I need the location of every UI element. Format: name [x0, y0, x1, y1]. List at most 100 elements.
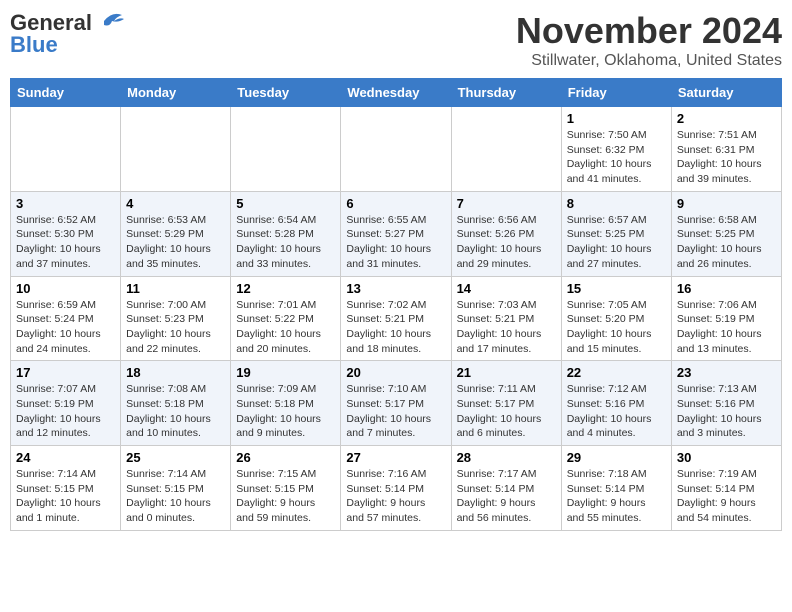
calendar-cell: 3 Sunrise: 6:52 AMSunset: 5:30 PMDaylight…	[11, 191, 121, 276]
day-info: Sunrise: 6:54 AMSunset: 5:28 PMDaylight:…	[236, 213, 335, 272]
page-header: General Blue November 2024 Stillwater, O…	[10, 10, 782, 70]
calendar-cell	[121, 107, 231, 192]
day-number: 5	[236, 196, 335, 211]
calendar-cell: 4Sunrise: 6:53 AMSunset: 5:29 PMDaylight…	[121, 191, 231, 276]
day-info: Sunrise: 7:06 AMSunset: 5:19 PMDaylight:…	[677, 298, 776, 357]
day-number: 20	[346, 365, 445, 380]
bird-icon	[94, 9, 126, 33]
day-number: 18	[126, 365, 225, 380]
calendar-cell: 2 Sunrise: 7:51 AMSunset: 6:31 PMDaylight…	[671, 107, 781, 192]
calendar-cell: 20 Sunrise: 7:10 AMSunset: 5:17 PMDayligh…	[341, 361, 451, 446]
day-number: 12	[236, 281, 335, 296]
calendar-cell	[11, 107, 121, 192]
calendar-cell: 12 Sunrise: 7:01 AMSunset: 5:22 PMDayligh…	[231, 276, 341, 361]
day-info: Sunrise: 7:51 AMSunset: 6:31 PMDaylight:…	[677, 128, 776, 187]
calendar-cell: 5 Sunrise: 6:54 AMSunset: 5:28 PMDaylight…	[231, 191, 341, 276]
day-info: Sunrise: 7:09 AMSunset: 5:18 PMDaylight:…	[236, 382, 335, 441]
day-number: 29	[567, 450, 666, 465]
calendar-table: SundayMondayTuesdayWednesdayThursdayFrid…	[10, 78, 782, 531]
day-number: 28	[457, 450, 556, 465]
day-info: Sunrise: 6:58 AMSunset: 5:25 PMDaylight:…	[677, 213, 776, 272]
day-number: 2	[677, 111, 776, 126]
day-number: 14	[457, 281, 556, 296]
day-info: Sunrise: 7:00 AMSunset: 5:23 PMDaylight:…	[126, 298, 225, 357]
day-number: 13	[346, 281, 445, 296]
day-info: Sunrise: 7:13 AMSunset: 5:16 PMDaylight:…	[677, 382, 776, 441]
day-number: 8	[567, 196, 666, 211]
day-info: Sunrise: 6:56 AMSunset: 5:26 PMDaylight:…	[457, 213, 556, 272]
weekday-header-wednesday: Wednesday	[341, 79, 451, 107]
calendar-week-1: 1 Sunrise: 7:50 AMSunset: 6:32 PMDaylight…	[11, 107, 782, 192]
weekday-header-row: SundayMondayTuesdayWednesdayThursdayFrid…	[11, 79, 782, 107]
day-number: 26	[236, 450, 335, 465]
calendar-cell: 16 Sunrise: 7:06 AMSunset: 5:19 PMDayligh…	[671, 276, 781, 361]
day-number: 19	[236, 365, 335, 380]
calendar-cell: 15 Sunrise: 7:05 AMSunset: 5:20 PMDayligh…	[561, 276, 671, 361]
calendar-cell: 19 Sunrise: 7:09 AMSunset: 5:18 PMDayligh…	[231, 361, 341, 446]
day-info: Sunrise: 7:10 AMSunset: 5:17 PMDaylight:…	[346, 382, 445, 441]
day-number: 1	[567, 111, 666, 126]
calendar-cell: 7 Sunrise: 6:56 AMSunset: 5:26 PMDaylight…	[451, 191, 561, 276]
day-info: Sunrise: 7:14 AMSunset: 5:15 PMDaylight:…	[126, 467, 225, 526]
month-title: November 2024	[516, 10, 782, 52]
calendar-cell	[231, 107, 341, 192]
day-info: Sunrise: 7:08 AMSunset: 5:18 PMDaylight:…	[126, 382, 225, 441]
day-info: Sunrise: 6:55 AMSunset: 5:27 PMDaylight:…	[346, 213, 445, 272]
calendar-cell: 29 Sunrise: 7:18 AMSunset: 5:14 PMDayligh…	[561, 446, 671, 531]
calendar-cell: 17 Sunrise: 7:07 AMSunset: 5:19 PMDayligh…	[11, 361, 121, 446]
calendar-cell: 26Sunrise: 7:15 AMSunset: 5:15 PMDayligh…	[231, 446, 341, 531]
day-number: 3	[16, 196, 115, 211]
day-number: 10	[16, 281, 115, 296]
calendar-cell: 11 Sunrise: 7:00 AMSunset: 5:23 PMDayligh…	[121, 276, 231, 361]
day-info: Sunrise: 7:05 AMSunset: 5:20 PMDaylight:…	[567, 298, 666, 357]
location-title: Stillwater, Oklahoma, United States	[516, 52, 782, 70]
calendar-week-4: 17 Sunrise: 7:07 AMSunset: 5:19 PMDayligh…	[11, 361, 782, 446]
calendar-cell: 30 Sunrise: 7:19 AMSunset: 5:14 PMDayligh…	[671, 446, 781, 531]
day-info: Sunrise: 7:07 AMSunset: 5:19 PMDaylight:…	[16, 382, 115, 441]
calendar-cell: 21Sunrise: 7:11 AMSunset: 5:17 PMDayligh…	[451, 361, 561, 446]
weekday-header-tuesday: Tuesday	[231, 79, 341, 107]
logo: General Blue	[10, 10, 126, 56]
day-info: Sunrise: 6:59 AMSunset: 5:24 PMDaylight:…	[16, 298, 115, 357]
calendar-cell: 8 Sunrise: 6:57 AMSunset: 5:25 PMDaylight…	[561, 191, 671, 276]
day-number: 7	[457, 196, 556, 211]
day-info: Sunrise: 7:50 AMSunset: 6:32 PMDaylight:…	[567, 128, 666, 187]
day-number: 6	[346, 196, 445, 211]
calendar-cell: 13 Sunrise: 7:02 AMSunset: 5:21 PMDayligh…	[341, 276, 451, 361]
calendar-cell: 14 Sunrise: 7:03 AMSunset: 5:21 PMDayligh…	[451, 276, 561, 361]
day-info: Sunrise: 7:17 AMSunset: 5:14 PMDaylight:…	[457, 467, 556, 526]
day-info: Sunrise: 6:52 AMSunset: 5:30 PMDaylight:…	[16, 213, 115, 272]
calendar-cell: 27 Sunrise: 7:16 AMSunset: 5:14 PMDayligh…	[341, 446, 451, 531]
calendar-week-5: 24Sunrise: 7:14 AMSunset: 5:15 PMDayligh…	[11, 446, 782, 531]
calendar-cell	[341, 107, 451, 192]
weekday-header-monday: Monday	[121, 79, 231, 107]
day-number: 22	[567, 365, 666, 380]
day-number: 25	[126, 450, 225, 465]
calendar-cell: 18 Sunrise: 7:08 AMSunset: 5:18 PMDayligh…	[121, 361, 231, 446]
day-info: Sunrise: 7:12 AMSunset: 5:16 PMDaylight:…	[567, 382, 666, 441]
day-number: 11	[126, 281, 225, 296]
logo-blue-text: Blue	[10, 34, 58, 56]
day-number: 27	[346, 450, 445, 465]
day-info: Sunrise: 7:02 AMSunset: 5:21 PMDaylight:…	[346, 298, 445, 357]
calendar-cell: 10 Sunrise: 6:59 AMSunset: 5:24 PMDayligh…	[11, 276, 121, 361]
day-info: Sunrise: 7:01 AMSunset: 5:22 PMDaylight:…	[236, 298, 335, 357]
calendar-cell: 9Sunrise: 6:58 AMSunset: 5:25 PMDaylight…	[671, 191, 781, 276]
day-info: Sunrise: 7:18 AMSunset: 5:14 PMDaylight:…	[567, 467, 666, 526]
day-info: Sunrise: 6:57 AMSunset: 5:25 PMDaylight:…	[567, 213, 666, 272]
calendar-body: 1 Sunrise: 7:50 AMSunset: 6:32 PMDaylight…	[11, 107, 782, 531]
day-info: Sunrise: 7:16 AMSunset: 5:14 PMDaylight:…	[346, 467, 445, 526]
calendar-cell: 1 Sunrise: 7:50 AMSunset: 6:32 PMDaylight…	[561, 107, 671, 192]
day-number: 17	[16, 365, 115, 380]
calendar-cell: 24Sunrise: 7:14 AMSunset: 5:15 PMDayligh…	[11, 446, 121, 531]
day-info: Sunrise: 7:03 AMSunset: 5:21 PMDaylight:…	[457, 298, 556, 357]
day-number: 30	[677, 450, 776, 465]
day-number: 16	[677, 281, 776, 296]
title-section: November 2024 Stillwater, Oklahoma, Unit…	[516, 10, 782, 70]
day-info: Sunrise: 7:19 AMSunset: 5:14 PMDaylight:…	[677, 467, 776, 526]
day-number: 4	[126, 196, 225, 211]
day-number: 23	[677, 365, 776, 380]
calendar-cell: 23 Sunrise: 7:13 AMSunset: 5:16 PMDayligh…	[671, 361, 781, 446]
day-number: 15	[567, 281, 666, 296]
calendar-week-3: 10 Sunrise: 6:59 AMSunset: 5:24 PMDayligh…	[11, 276, 782, 361]
